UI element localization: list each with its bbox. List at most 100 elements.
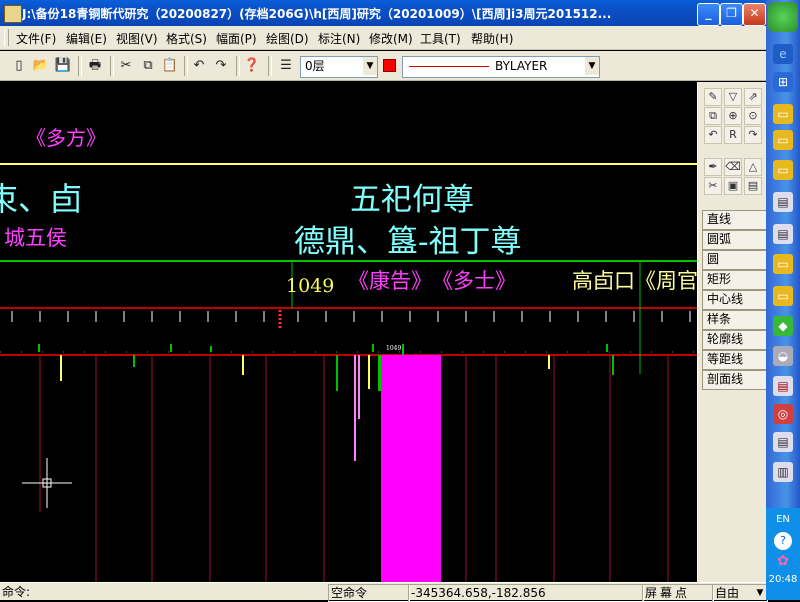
pen-icon[interactable]: ✒: [704, 158, 722, 176]
toolbar-separator: [78, 56, 82, 76]
label-wusi-hezun: 五祀何尊: [350, 182, 474, 218]
paste-icon[interactable]: 📋: [160, 56, 180, 76]
copy-icon[interactable]: ⧉: [138, 56, 158, 76]
layers-icon[interactable]: ☰: [276, 56, 296, 76]
event-bars: [38, 344, 614, 461]
menu-sheet[interactable]: 幅面(P): [216, 30, 257, 47]
menu-view[interactable]: 视图(V): [116, 30, 158, 47]
save-icon[interactable]: 💾: [53, 56, 73, 76]
cut-icon[interactable]: ✂: [704, 177, 722, 195]
undo-icon[interactable]: ↶: [189, 56, 209, 76]
pencil-icon[interactable]: ✎: [704, 88, 722, 106]
document-icon[interactable]: ▤: [773, 432, 793, 452]
chevron-down-icon[interactable]: ▼: [585, 57, 599, 75]
coordinate-readout: -345364.658,-182.856: [408, 584, 644, 602]
menu-edit[interactable]: 编辑(E): [66, 30, 107, 47]
close-button[interactable]: ✕: [743, 3, 766, 26]
app-icon[interactable]: ◆: [773, 316, 793, 336]
current-command: 空命令: [328, 584, 410, 602]
redo-icon[interactable]: ↷: [744, 126, 762, 144]
cmd-centerline[interactable]: 中心线: [702, 290, 768, 310]
media-icon[interactable]: ◎: [773, 404, 793, 424]
folder-icon[interactable]: ▭: [773, 254, 793, 274]
menu-dimension[interactable]: 标注(N): [318, 30, 360, 47]
app-icon[interactable]: [4, 5, 22, 23]
chevron-down-icon[interactable]: ▼: [363, 57, 377, 75]
new-file-icon[interactable]: ▯: [9, 56, 29, 76]
folder-icon[interactable]: ▭: [773, 130, 793, 150]
menu-modify[interactable]: 修改(M): [369, 30, 413, 47]
document-icon[interactable]: ▤: [773, 376, 793, 396]
drawing-svg: [0, 163, 697, 582]
menu-bar: 文件(F) 编辑(E) 视图(V) 格式(S) 幅面(P) 绘图(D) 标注(N…: [0, 26, 766, 50]
menu-help[interactable]: 帮助(H): [471, 30, 513, 47]
cmd-spline[interactable]: 样条: [702, 310, 768, 330]
help-icon[interactable]: ❓: [242, 56, 262, 76]
cad-icon[interactable]: ▥: [773, 462, 793, 482]
folder-icon[interactable]: ▭: [773, 104, 793, 124]
linetype-value: BYLAYER: [495, 59, 548, 73]
color-swatch[interactable]: [383, 59, 396, 72]
cmd-arc[interactable]: 圆弧: [702, 230, 768, 250]
cut-icon[interactable]: ✂: [116, 56, 136, 76]
label-duofang: 《多方》: [26, 126, 106, 150]
layer-select-value: 0层: [305, 59, 325, 73]
minimize-button[interactable]: _: [697, 3, 720, 26]
windows-taskbar: e ⊞ ▭ ▭ ▭ ▤ ▤ ▭ ▭ ◆ ◒ ▤ ◎ ▤ ▥ EN ? ✿ 20:…: [766, 0, 800, 600]
start-button[interactable]: [768, 2, 798, 32]
command-prompt[interactable]: 命令:: [0, 584, 328, 600]
toolbar-separator: [110, 56, 114, 76]
restore-button[interactable]: ❐: [720, 3, 743, 26]
linetype-select[interactable]: BYLAYER ▼: [402, 56, 600, 78]
snap-mode-select[interactable]: 自由 ▼: [712, 584, 768, 602]
zoom-window-icon[interactable]: ⊙: [744, 107, 762, 125]
undo-icon[interactable]: ↶: [704, 126, 722, 144]
folder-icon[interactable]: ▭: [773, 286, 793, 306]
menu-format[interactable]: 格式(S): [166, 30, 207, 47]
toolbar-separator: [184, 56, 188, 76]
triangle-icon[interactable]: △: [744, 158, 762, 176]
zoom-icon[interactable]: ⊕: [724, 107, 742, 125]
print-icon[interactable]: 🖶: [85, 56, 105, 76]
label-kanggao: 《康告》: [348, 269, 432, 293]
menu-grip[interactable]: [4, 29, 9, 46]
drawing-canvas[interactable]: 《多方》 朿、卣 城五侯 五祀何尊 德鼎、簋-祖丁尊 1049 《康告》 《多士…: [0, 82, 697, 582]
screen-point-toggle[interactable]: 屏幕点: [642, 584, 714, 602]
cmd-circle[interactable]: 圆: [702, 250, 768, 270]
copy-icon[interactable]: ⧉: [704, 107, 722, 125]
label-1049: 1049: [286, 275, 335, 297]
folder-icon[interactable]: ▭: [773, 160, 793, 180]
windows-icon[interactable]: ⊞: [773, 72, 793, 92]
open-folder-icon[interactable]: 📂: [31, 56, 51, 76]
select-icon[interactable]: ⇗: [744, 88, 762, 106]
chevron-down-icon[interactable]: ▼: [753, 586, 767, 600]
eraser-icon[interactable]: ⌫: [724, 158, 742, 176]
cmd-hatch[interactable]: 剖面线: [702, 370, 768, 390]
disk-icon[interactable]: ◒: [773, 346, 793, 366]
clock[interactable]: 20:48: [766, 574, 800, 585]
menu-draw[interactable]: 绘图(D): [266, 30, 309, 47]
label-deding: 德鼎、簋-祖丁尊: [294, 224, 522, 260]
document-icon[interactable]: ▤: [773, 224, 793, 244]
document-icon[interactable]: ▤: [773, 192, 793, 212]
system-tray: EN ? ✿ 20:48: [766, 508, 800, 600]
language-indicator[interactable]: EN: [766, 514, 800, 525]
label-duoshi: 《多士》: [432, 269, 516, 293]
toolbar-separator: [268, 56, 272, 76]
menu-file[interactable]: 文件(F): [16, 30, 56, 47]
menu-tools[interactable]: 工具(T): [420, 30, 461, 47]
cmd-rectangle[interactable]: 矩形: [702, 270, 768, 290]
crosshair-cursor: [22, 458, 72, 508]
cmd-line[interactable]: 直线: [702, 210, 768, 230]
redo-icon[interactable]: ↷: [211, 56, 231, 76]
r-icon[interactable]: R: [724, 126, 742, 144]
cmd-contour[interactable]: 轮廓线: [702, 330, 768, 350]
block-icon[interactable]: ▤: [744, 177, 762, 195]
flower-icon[interactable]: ✿: [774, 552, 792, 570]
cmd-offset[interactable]: 等距线: [702, 350, 768, 370]
question-icon[interactable]: ?: [774, 532, 792, 550]
ie-icon[interactable]: e: [773, 44, 793, 64]
arrow-icon[interactable]: ▽: [724, 88, 742, 106]
cube-icon[interactable]: ▣: [724, 177, 742, 195]
layer-select[interactable]: 0层 ▼: [300, 56, 378, 78]
